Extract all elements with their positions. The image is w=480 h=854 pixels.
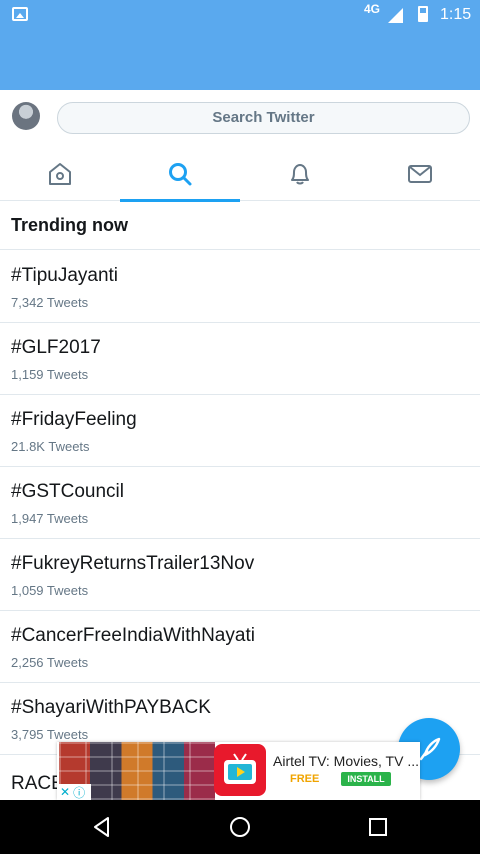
trend-name: #FukreyReturnsTrailer13Nov — [11, 553, 255, 574]
trend-name: #GLF2017 — [11, 337, 101, 358]
trend-item[interactable]: #GSTCouncil 1,947 Tweets — [0, 467, 480, 539]
trend-name: #CancerFreeIndiaWithNayati — [11, 625, 255, 646]
tv-icon — [224, 753, 256, 784]
trend-name: #ShayariWithPAYBACK — [11, 697, 211, 718]
ad-title: Airtel TV: Movies, TV ... — [273, 753, 418, 769]
network-type: 4G — [364, 2, 381, 16]
back-icon — [94, 817, 109, 837]
trend-item[interactable]: #FridayFeeling 21.8K Tweets — [0, 395, 480, 467]
trend-item[interactable]: #FukreyReturnsTrailer13Nov 1,059 Tweets — [0, 539, 480, 611]
trend-name: RACE — [11, 773, 64, 794]
trend-name: #GSTCouncil — [11, 481, 124, 502]
trend-item[interactable]: #GLF2017 1,159 Tweets — [0, 323, 480, 395]
tab-notifications[interactable] — [240, 146, 360, 201]
trend-item[interactable]: #TipuJayanti 7,342 Tweets — [0, 251, 480, 323]
home-button[interactable] — [226, 813, 254, 841]
app-bar — [0, 30, 480, 90]
ad-banner[interactable]: ✕ ⓘ Airtel TV: Movies, TV ... FREE INSTA… — [57, 742, 420, 800]
bell-icon — [291, 163, 309, 184]
trend-count: 21.8K Tweets — [11, 439, 90, 454]
trend-name: #FridayFeeling — [11, 409, 137, 430]
home-icon — [49, 162, 71, 185]
trend-item[interactable]: #CancerFreeIndiaWithNayati 2,256 Tweets — [0, 611, 480, 683]
trend-count: 2,256 Tweets — [11, 655, 89, 670]
tab-messages[interactable] — [360, 146, 480, 201]
trend-count: 1,159 Tweets — [11, 367, 89, 382]
status-bar: 4G 1:15 — [0, 0, 480, 30]
signal-icon — [388, 8, 403, 23]
home-circle-icon — [230, 817, 250, 837]
search-icon — [169, 162, 192, 185]
mail-icon — [408, 164, 432, 183]
tab-home[interactable] — [0, 146, 120, 201]
section-title: Trending now — [0, 202, 480, 250]
trend-count: 1,947 Tweets — [11, 511, 89, 526]
app-icon — [214, 744, 266, 796]
recents-button[interactable] — [364, 813, 392, 841]
trend-name: #TipuJayanti — [11, 265, 119, 286]
trend-count: 7,342 Tweets — [11, 295, 89, 310]
search-row: Search Twitter — [0, 90, 480, 146]
ad-price: FREE — [290, 773, 320, 785]
close-icon[interactable]: ✕ — [60, 785, 70, 799]
ad-badges: ✕ ⓘ — [57, 784, 91, 800]
install-button[interactable]: INSTALL — [341, 772, 391, 786]
tab-bar — [0, 146, 480, 202]
clock: 1:15 — [440, 6, 472, 23]
info-icon[interactable]: ⓘ — [73, 784, 85, 801]
search-input[interactable]: Search Twitter — [57, 102, 470, 134]
battery-icon — [418, 6, 428, 22]
image-notification-icon — [12, 7, 28, 21]
trend-count: 3,795 Tweets — [11, 727, 89, 742]
avatar[interactable] — [12, 102, 40, 130]
trend-count: 1,059 Tweets — [11, 583, 89, 598]
recents-icon — [369, 818, 387, 836]
system-nav-bar — [0, 800, 480, 854]
back-button[interactable] — [88, 813, 116, 841]
tab-search[interactable] — [120, 146, 240, 202]
